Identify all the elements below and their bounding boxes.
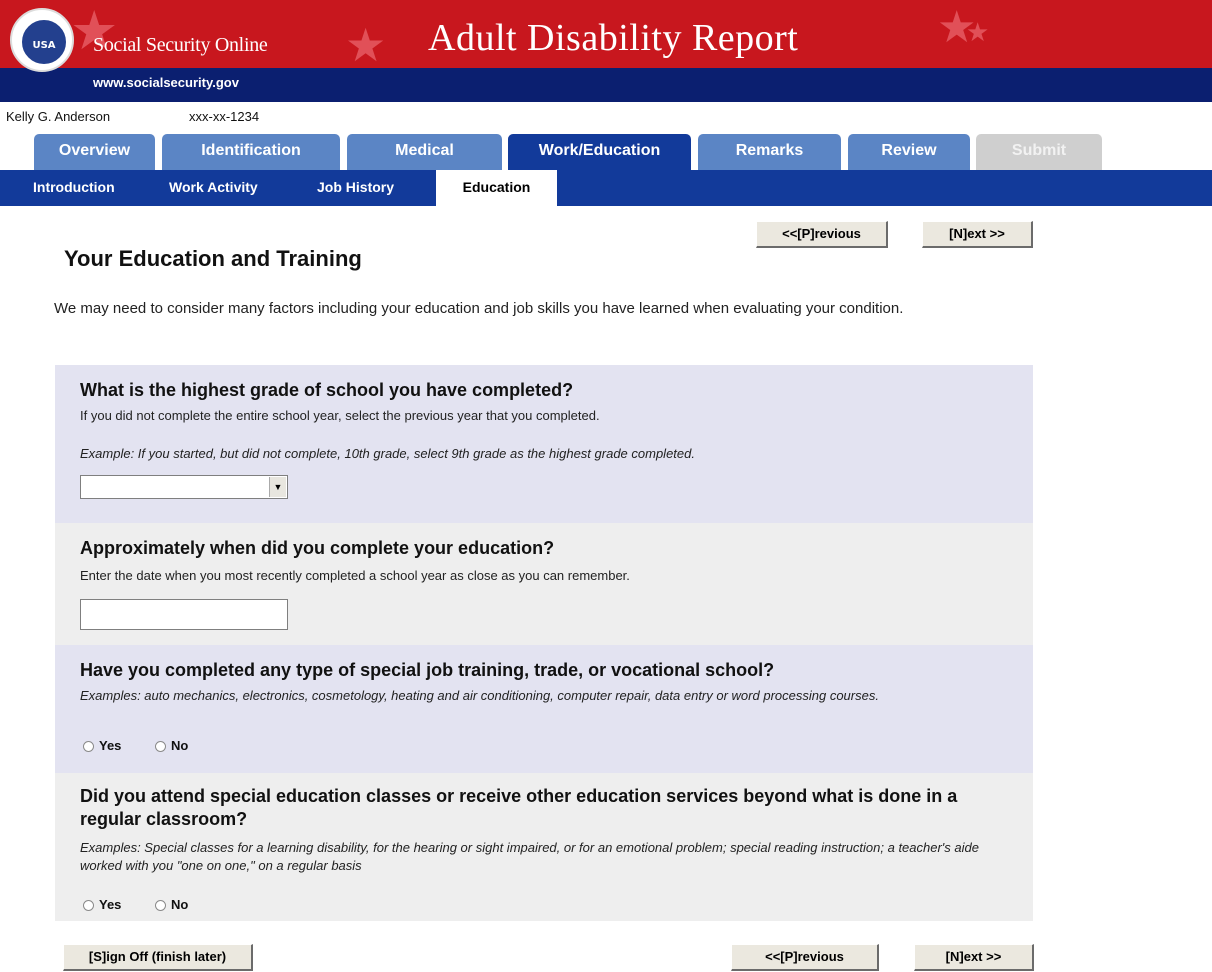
subnav-education[interactable]: Education [436, 170, 557, 206]
highest-grade-select[interactable]: ▼ [80, 475, 288, 499]
site-name[interactable]: Social Security Online [93, 34, 268, 57]
question-title: Have you completed any type of special j… [80, 660, 775, 680]
question-help: Enter the date when you most recently co… [80, 568, 630, 583]
next-button-bottom[interactable]: [N]ext >> [914, 944, 1034, 971]
question-help: If you did not complete the entire schoo… [80, 408, 600, 423]
question-title: Approximately when did you complete your… [80, 538, 555, 558]
radio-label: No [171, 738, 189, 753]
radio-label: Yes [99, 738, 122, 753]
user-ssn: xxx-xx-1234 [189, 109, 260, 124]
radio-circle-icon[interactable] [83, 900, 94, 911]
job-training-no-radio[interactable]: No [155, 738, 188, 754]
question-example: Example: If you started, but did not com… [80, 446, 695, 461]
page-title: Your Education and Training [64, 246, 362, 271]
tab-remarks[interactable]: Remarks [698, 134, 841, 170]
radio-label: Yes [99, 897, 122, 912]
seal-text: USA [32, 40, 56, 51]
tab-work-education[interactable]: Work/Education [508, 134, 691, 170]
question-title: Did you attend special education classes… [80, 786, 958, 829]
subnav-introduction[interactable]: Introduction [33, 170, 115, 206]
user-name: Kelly G. Anderson [6, 109, 111, 124]
question-job-training: Have you completed any type of special j… [55, 645, 1033, 773]
job-training-yes-radio[interactable]: Yes [83, 738, 121, 754]
sub-navigation: Introduction Work Activity Job History E… [0, 170, 1212, 206]
report-title: Adult Disability Report [428, 17, 799, 59]
star-icon: ★ [966, 18, 990, 48]
next-button-top[interactable]: [N]ext >> [922, 221, 1033, 248]
star-icon: ★ [345, 18, 387, 68]
subnav-job-history[interactable]: Job History [317, 170, 394, 206]
question-highest-grade: What is the highest grade of school you … [55, 365, 1033, 523]
tab-medical[interactable]: Medical [347, 134, 502, 170]
header-red-band: ★ ★ ★ ★ Social Security Online Adult Dis… [0, 0, 1212, 68]
radio-circle-icon[interactable] [83, 741, 94, 752]
subnav-work-activity[interactable]: Work Activity [169, 170, 258, 206]
main-tabs: Overview Identification Medical Work/Edu… [0, 134, 1212, 170]
sign-off-button[interactable]: [S]ign Off (finish later) [63, 944, 253, 971]
radio-label: No [171, 897, 189, 912]
special-education-yes-radio[interactable]: Yes [83, 897, 121, 913]
radio-circle-icon[interactable] [155, 741, 166, 752]
special-education-radio-group: Yes No [83, 897, 223, 913]
question-example: Examples: Special classes for a learning… [80, 840, 979, 873]
tab-review[interactable]: Review [848, 134, 970, 170]
question-special-education: Did you attend special education classes… [55, 773, 1033, 921]
radio-circle-icon[interactable] [155, 900, 166, 911]
seal-shield-icon: USA [20, 18, 68, 66]
tab-submit: Submit [976, 134, 1102, 170]
ssa-seal-logo[interactable]: USA [10, 8, 74, 72]
previous-button-bottom[interactable]: <<[P]revious [731, 944, 879, 971]
tab-identification[interactable]: Identification [162, 134, 340, 170]
question-title: What is the highest grade of school you … [80, 380, 574, 400]
site-header: ★ ★ ★ ★ Social Security Online Adult Dis… [0, 0, 1212, 102]
header-blue-band: www.socialsecurity.gov [0, 68, 1212, 102]
intro-text: We may need to consider many factors inc… [54, 300, 904, 317]
job-training-radio-group: Yes No [83, 738, 223, 754]
site-url-link[interactable]: www.socialsecurity.gov [93, 75, 239, 90]
completion-date-input[interactable] [80, 599, 288, 630]
chevron-down-icon[interactable]: ▼ [269, 477, 286, 497]
question-example: Examples: auto mechanics, electronics, c… [80, 688, 879, 703]
previous-button-top[interactable]: <<[P]revious [756, 221, 888, 248]
special-education-no-radio[interactable]: No [155, 897, 188, 913]
question-completion-date: Approximately when did you complete your… [55, 523, 1033, 645]
tab-overview[interactable]: Overview [34, 134, 155, 170]
